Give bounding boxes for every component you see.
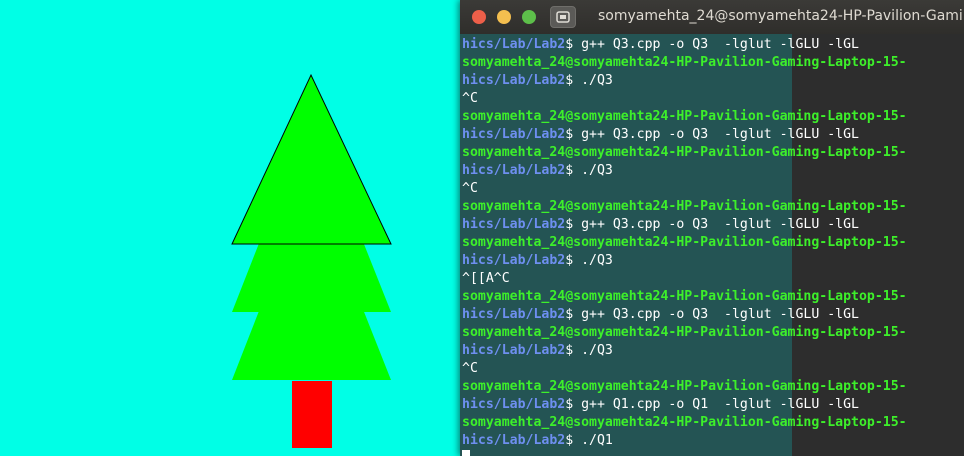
prompt-user-host: somyamehta_24@somyamehta24-HP-Pavilion-G… <box>462 325 907 340</box>
text-cursor <box>462 450 470 456</box>
prompt-path: hics/Lab/Lab2 <box>462 433 566 448</box>
command-text: $ ./Q1 <box>565 433 613 448</box>
terminal-line: somyamehta_24@somyamehta24-HP-Pavilion-G… <box>462 54 907 72</box>
terminal-line: hics/Lab/Lab2$ g++ Q1.cpp -o Q1 -lglut -… <box>462 396 907 414</box>
terminal-lines: hics/Lab/Lab2$ g++ Q3.cpp -o Q3 -lglut -… <box>462 36 907 456</box>
terminal-line: hics/Lab/Lab2$ g++ Q3.cpp -o Q3 -lglut -… <box>462 306 907 324</box>
terminal-line: ^C <box>462 90 907 108</box>
tree-trunk <box>292 381 332 448</box>
prompt-path: hics/Lab/Lab2 <box>462 397 566 412</box>
prompt-path: hics/Lab/Lab2 <box>462 307 566 322</box>
minimize-button[interactable] <box>497 10 511 24</box>
prompt-user-host: somyamehta_24@somyamehta24-HP-Pavilion-G… <box>462 379 907 394</box>
prompt-user-host: somyamehta_24@somyamehta24-HP-Pavilion-G… <box>462 415 907 430</box>
tree-top-tier <box>231 73 392 245</box>
output-text: ^C <box>462 361 478 376</box>
maximize-button[interactable] <box>522 10 536 24</box>
new-tab-icon[interactable] <box>550 6 576 28</box>
tree-drawing <box>231 73 392 448</box>
command-text: $ ./Q3 <box>565 253 613 268</box>
terminal-line: somyamehta_24@somyamehta24-HP-Pavilion-G… <box>462 234 907 252</box>
command-text: $ g++ Q3.cpp -o Q3 -lglut -lGLU -lGL <box>565 37 859 52</box>
window-title: somyamehta_24@somyamehta24-HP-Pavilion-G… <box>598 8 964 24</box>
terminal-line: somyamehta_24@somyamehta24-HP-Pavilion-G… <box>462 198 907 216</box>
terminal-line: hics/Lab/Lab2$ ./Q3 <box>462 252 907 270</box>
terminal-line: somyamehta_24@somyamehta24-HP-Pavilion-G… <box>462 288 907 306</box>
command-text: $ ./Q3 <box>565 343 613 358</box>
terminal-line: hics/Lab/Lab2$ ./Q3 <box>462 342 907 360</box>
terminal-window[interactable]: somyamehta_24@somyamehta24-HP-Pavilion-G… <box>460 0 964 456</box>
prompt-user-host: somyamehta_24@somyamehta24-HP-Pavilion-G… <box>462 109 907 124</box>
terminal-line: ^[[A^C <box>462 270 907 288</box>
terminal-line: somyamehta_24@somyamehta24-HP-Pavilion-G… <box>462 414 907 432</box>
output-text: ^C <box>462 181 478 196</box>
terminal-titlebar[interactable]: somyamehta_24@somyamehta24-HP-Pavilion-G… <box>460 0 964 35</box>
output-text: ^C <box>462 91 478 106</box>
prompt-path: hics/Lab/Lab2 <box>462 163 566 178</box>
opengl-canvas <box>0 0 460 456</box>
prompt-path: hics/Lab/Lab2 <box>462 127 566 142</box>
command-text: $ g++ Q1.cpp -o Q1 -lglut -lGLU -lGL <box>565 397 859 412</box>
terminal-line: somyamehta_24@somyamehta24-HP-Pavilion-G… <box>462 324 907 342</box>
desktop: somyamehta_24@somyamehta24-HP-Pavilion-G… <box>0 0 964 456</box>
terminal-line: ^C <box>462 360 907 378</box>
terminal-line: hics/Lab/Lab2$ g++ Q3.cpp -o Q3 -lglut -… <box>462 36 907 54</box>
prompt-path: hics/Lab/Lab2 <box>462 253 566 268</box>
terminal-line: hics/Lab/Lab2$ g++ Q3.cpp -o Q3 -lglut -… <box>462 126 907 144</box>
terminal-line: hics/Lab/Lab2$ ./Q3 <box>462 72 907 90</box>
prompt-path: hics/Lab/Lab2 <box>462 217 566 232</box>
terminal-output[interactable]: hics/Lab/Lab2$ g++ Q3.cpp -o Q3 -lglut -… <box>460 34 964 456</box>
prompt-path: hics/Lab/Lab2 <box>462 343 566 358</box>
prompt-user-host: somyamehta_24@somyamehta24-HP-Pavilion-G… <box>462 235 907 250</box>
terminal-line: hics/Lab/Lab2$ ./Q1 <box>462 432 907 450</box>
prompt-path: hics/Lab/Lab2 <box>462 37 566 52</box>
command-text: $ g++ Q3.cpp -o Q3 -lglut -lGLU -lGL <box>565 307 859 322</box>
prompt-user-host: somyamehta_24@somyamehta24-HP-Pavilion-G… <box>462 199 907 214</box>
command-text: $ ./Q3 <box>565 163 613 178</box>
command-text: $ ./Q3 <box>565 73 613 88</box>
output-text: ^[[A^C <box>462 271 510 286</box>
terminal-line <box>462 450 907 456</box>
terminal-line: somyamehta_24@somyamehta24-HP-Pavilion-G… <box>462 144 907 162</box>
prompt-path: hics/Lab/Lab2 <box>462 73 566 88</box>
terminal-line: somyamehta_24@somyamehta24-HP-Pavilion-G… <box>462 108 907 126</box>
prompt-user-host: somyamehta_24@somyamehta24-HP-Pavilion-G… <box>462 55 907 70</box>
terminal-line: ^C <box>462 180 907 198</box>
terminal-line: somyamehta_24@somyamehta24-HP-Pavilion-G… <box>462 378 907 396</box>
terminal-line: hics/Lab/Lab2$ ./Q3 <box>462 162 907 180</box>
command-text: $ g++ Q3.cpp -o Q3 -lglut -lGLU -lGL <box>565 217 859 232</box>
close-button[interactable] <box>472 10 486 24</box>
command-text: $ g++ Q3.cpp -o Q3 -lglut -lGLU -lGL <box>565 127 859 142</box>
terminal-line: hics/Lab/Lab2$ g++ Q3.cpp -o Q3 -lglut -… <box>462 216 907 234</box>
prompt-user-host: somyamehta_24@somyamehta24-HP-Pavilion-G… <box>462 145 907 160</box>
prompt-user-host: somyamehta_24@somyamehta24-HP-Pavilion-G… <box>462 289 907 304</box>
